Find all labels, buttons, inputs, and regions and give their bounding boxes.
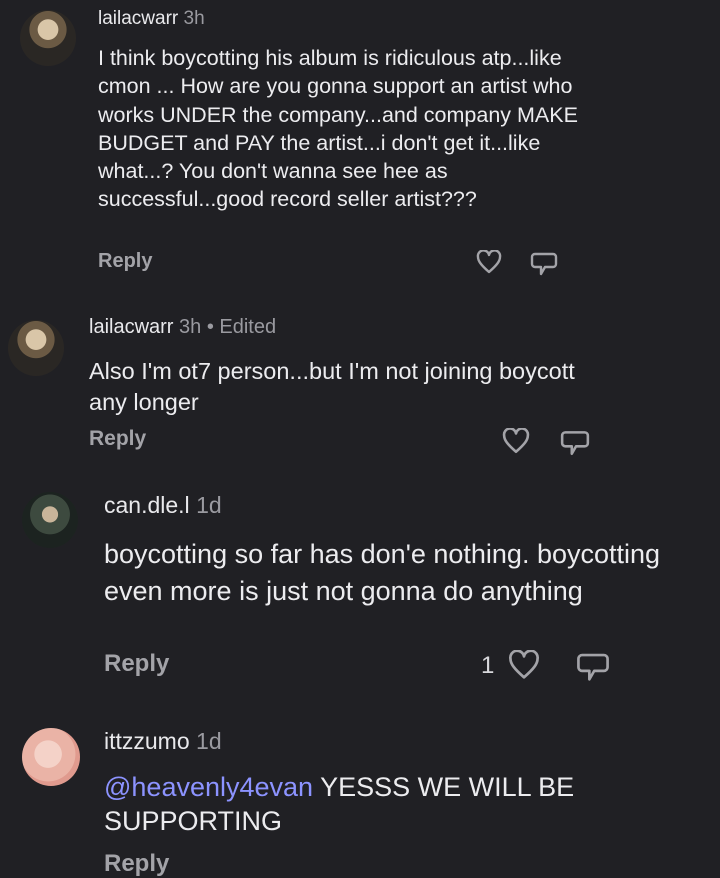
comment-meta: can.dle.l 1d <box>104 492 222 519</box>
username[interactable]: can.dle.l <box>104 492 190 518</box>
comment-1: lailacwarr 3h I think boycotting his alb… <box>0 0 720 300</box>
comment-2: lailacwarr 3h • Edited Also I'm ot7 pers… <box>0 300 720 480</box>
comment-4: ittzzumo 1d @heavenly4evan YESSS WE WILL… <box>0 710 720 877</box>
reply-button[interactable]: Reply <box>98 250 152 273</box>
reply-button[interactable]: Reply <box>89 427 146 451</box>
comment-meta: lailacwarr 3h <box>98 8 205 30</box>
comment-meta: ittzzumo 1d <box>104 728 222 755</box>
heart-icon[interactable] <box>476 250 502 274</box>
timestamp: 3h <box>183 8 205 29</box>
username[interactable]: ittzzumo <box>104 728 190 754</box>
comment-meta: lailacwarr 3h • Edited <box>89 316 276 339</box>
reply-button[interactable]: Reply <box>104 650 169 678</box>
dislike-icon[interactable] <box>530 250 558 276</box>
edited-label: • Edited <box>206 316 277 338</box>
username[interactable]: lailacwarr <box>98 8 178 29</box>
dislike-icon[interactable] <box>576 650 610 682</box>
username[interactable]: lailacwarr <box>89 316 173 338</box>
timestamp: 1d <box>196 492 222 518</box>
comment-text: I think boycotting his album is ridiculo… <box>98 46 578 212</box>
mention-link[interactable]: @heavenly4evan <box>104 772 313 802</box>
comment-text: Also I'm ot7 person...but I'm not joinin… <box>89 358 575 415</box>
avatar[interactable] <box>8 320 64 376</box>
heart-icon[interactable] <box>508 650 540 680</box>
comment-3: can.dle.l 1d boycotting so far has don'e… <box>0 480 720 710</box>
avatar[interactable] <box>20 10 76 66</box>
like-count: 1 <box>481 652 495 679</box>
timestamp: 1d <box>196 728 222 754</box>
avatar[interactable] <box>22 492 78 548</box>
comment-text: boycotting so far has don'e nothing. boy… <box>104 539 661 606</box>
dislike-icon[interactable] <box>560 428 590 456</box>
avatar[interactable] <box>22 728 80 786</box>
heart-icon[interactable] <box>502 428 530 454</box>
timestamp: 3h <box>179 316 202 338</box>
comment-text: @heavenly4evan YESSS WE WILL BE SUPPORTI… <box>104 770 624 838</box>
reply-button[interactable]: Reply <box>104 850 169 878</box>
